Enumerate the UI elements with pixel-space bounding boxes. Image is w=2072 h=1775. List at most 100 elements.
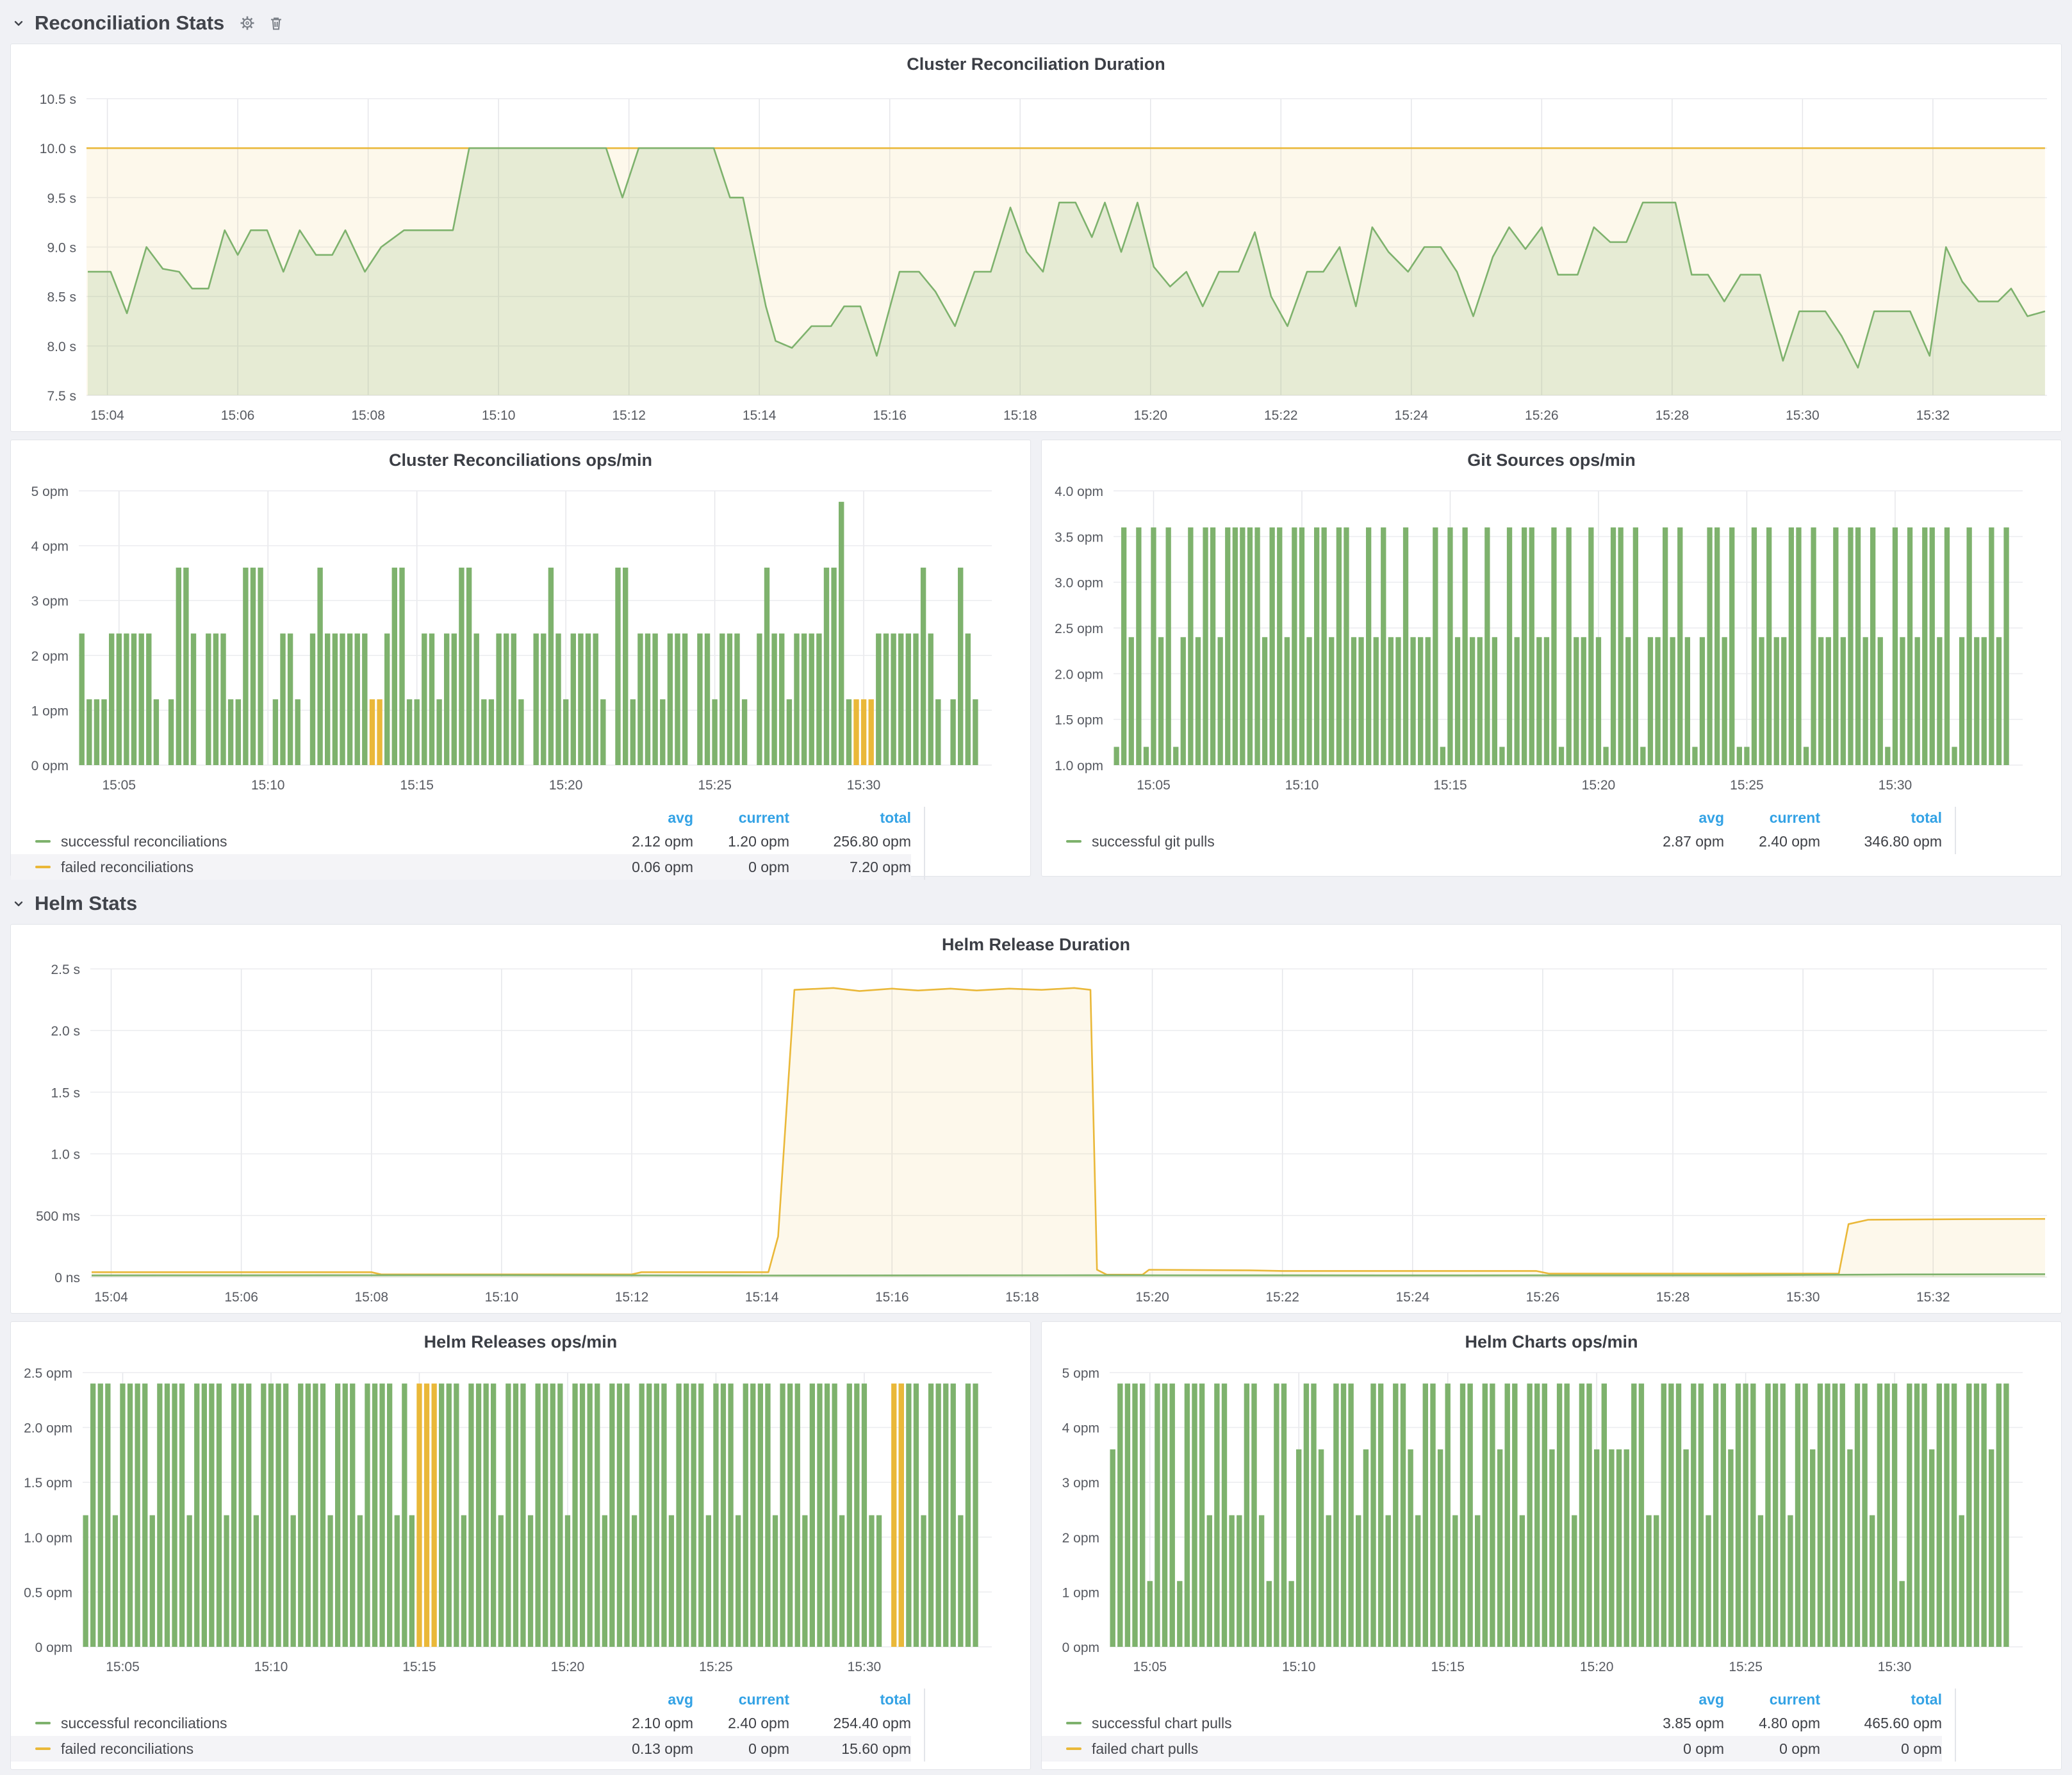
svg-text:8.0 s: 8.0 s bbox=[47, 340, 76, 354]
svg-text:15:15: 15:15 bbox=[1431, 1660, 1465, 1674]
svg-text:15:20: 15:20 bbox=[1133, 408, 1167, 423]
series-label[interactable]: successful git pulls bbox=[1092, 833, 1628, 850]
series-stat: 2.40 opm bbox=[693, 1715, 789, 1732]
panel-title[interactable]: Helm Release Duration bbox=[11, 925, 2061, 957]
series-stat: 0.13 opm bbox=[597, 1740, 693, 1758]
svg-text:15:04: 15:04 bbox=[94, 1290, 128, 1305]
panel-title[interactable]: Cluster Reconciliations ops/min bbox=[11, 440, 1030, 473]
svg-text:15:08: 15:08 bbox=[351, 408, 385, 423]
svg-text:10.5 s: 10.5 s bbox=[40, 92, 76, 107]
legend-column-total[interactable]: total bbox=[789, 809, 911, 827]
series-label[interactable]: failed chart pulls bbox=[1092, 1740, 1628, 1758]
legend-column-avg[interactable]: avg bbox=[597, 809, 693, 827]
svg-text:15:12: 15:12 bbox=[615, 1290, 649, 1305]
section-header-helm-stats[interactable]: Helm Stats bbox=[12, 891, 2067, 916]
legend-row[interactable]: failed reconciliations0.06 opm0 opm7.20 … bbox=[11, 854, 911, 880]
series-label[interactable]: successful reconciliations bbox=[61, 1715, 597, 1732]
series-color-mark bbox=[35, 1747, 51, 1750]
series-stat: 15.60 opm bbox=[789, 1740, 911, 1758]
svg-text:15:04: 15:04 bbox=[90, 408, 124, 423]
svg-text:15:10: 15:10 bbox=[482, 408, 516, 423]
svg-text:15:32: 15:32 bbox=[1916, 408, 1950, 423]
gear-icon[interactable] bbox=[237, 13, 258, 33]
series-stat: 2.87 opm bbox=[1628, 833, 1724, 850]
legend-column-current[interactable]: current bbox=[693, 809, 789, 827]
legend-column-total[interactable]: total bbox=[1820, 1691, 1942, 1708]
helm-release-duration-chart[interactable]: 15:0415:0615:0815:1015:1215:1415:1615:18… bbox=[11, 957, 2061, 1316]
legend-row[interactable]: failed reconciliations0.13 opm0 opm15.60… bbox=[11, 1736, 911, 1762]
svg-text:15:30: 15:30 bbox=[1878, 1660, 1912, 1674]
legend-column-current[interactable]: current bbox=[1724, 809, 1820, 827]
legend-row[interactable]: successful chart pulls3.85 opm4.80 opm46… bbox=[1042, 1710, 1942, 1736]
svg-text:15:26: 15:26 bbox=[1526, 1290, 1560, 1305]
svg-text:2.0 opm: 2.0 opm bbox=[1055, 667, 1103, 682]
git-sources-ops-chart[interactable]: 15:0515:1015:1515:2015:2515:301.0 opm1.5… bbox=[1042, 473, 2061, 804]
svg-text:4 opm: 4 opm bbox=[31, 540, 69, 554]
svg-text:2.0 s: 2.0 s bbox=[51, 1024, 80, 1039]
chevron-down-icon[interactable] bbox=[12, 896, 26, 911]
svg-text:15:14: 15:14 bbox=[743, 408, 777, 423]
legend-column-avg[interactable]: avg bbox=[1628, 809, 1724, 827]
helm-charts-ops-chart[interactable]: 15:0515:1015:1515:2015:2515:300 opm1 opm… bbox=[1042, 1355, 2061, 1686]
trash-icon[interactable] bbox=[267, 13, 286, 33]
series-color-mark bbox=[35, 1722, 51, 1724]
svg-text:15:30: 15:30 bbox=[848, 1660, 882, 1674]
legend: avgcurrenttotalsuccessful chart pulls3.8… bbox=[1042, 1688, 2061, 1762]
svg-text:15:10: 15:10 bbox=[251, 778, 285, 793]
svg-text:15:24: 15:24 bbox=[1395, 408, 1429, 423]
legend-column-total[interactable]: total bbox=[1820, 809, 1942, 827]
panel-title[interactable]: Helm Releases ops/min bbox=[11, 1322, 1030, 1355]
svg-text:2 opm: 2 opm bbox=[31, 649, 69, 664]
series-stat: 0 opm bbox=[1820, 1740, 1942, 1758]
legend-row[interactable]: successful git pulls2.87 opm2.40 opm346.… bbox=[1042, 829, 1942, 854]
svg-text:15:24: 15:24 bbox=[1395, 1290, 1429, 1305]
panel-title[interactable]: Helm Charts ops/min bbox=[1042, 1322, 2061, 1355]
legend-row[interactable]: successful reconciliations2.12 opm1.20 o… bbox=[11, 829, 911, 854]
svg-text:15:08: 15:08 bbox=[354, 1290, 388, 1305]
section-title[interactable]: Helm Stats bbox=[35, 892, 137, 915]
cluster-reconciliation-duration-chart[interactable]: 15:0415:0615:0815:1015:1215:1415:1615:18… bbox=[11, 77, 2061, 434]
cluster-reconciliations-ops-chart[interactable]: 15:0515:1015:1515:2015:2515:300 opm1 opm… bbox=[11, 473, 1030, 804]
svg-text:15:18: 15:18 bbox=[1005, 1290, 1039, 1305]
svg-text:3 opm: 3 opm bbox=[31, 594, 69, 609]
series-label[interactable]: failed reconciliations bbox=[61, 859, 597, 876]
svg-text:500 ms: 500 ms bbox=[36, 1209, 80, 1224]
svg-text:15:05: 15:05 bbox=[106, 1660, 140, 1674]
legend-row[interactable]: failed chart pulls0 opm0 opm0 opm bbox=[1042, 1736, 1942, 1762]
svg-text:15:25: 15:25 bbox=[699, 1660, 733, 1674]
svg-text:0 opm: 0 opm bbox=[31, 759, 69, 773]
panel-title[interactable]: Cluster Reconciliation Duration bbox=[11, 44, 2061, 77]
svg-text:2 opm: 2 opm bbox=[1062, 1531, 1099, 1546]
series-color-mark bbox=[35, 866, 51, 868]
svg-text:15:30: 15:30 bbox=[847, 778, 881, 793]
series-color-mark bbox=[1066, 840, 1081, 843]
svg-text:3.5 opm: 3.5 opm bbox=[1055, 530, 1103, 545]
series-label[interactable]: failed reconciliations bbox=[61, 1740, 597, 1758]
section-title[interactable]: Reconciliation Stats bbox=[35, 12, 224, 35]
svg-text:0 opm: 0 opm bbox=[35, 1640, 72, 1655]
chevron-down-icon[interactable] bbox=[12, 16, 26, 30]
legend-row[interactable]: successful reconciliations2.10 opm2.40 o… bbox=[11, 1710, 911, 1736]
series-label[interactable]: successful reconciliations bbox=[61, 833, 597, 850]
svg-text:7.5 s: 7.5 s bbox=[47, 389, 76, 404]
series-label[interactable]: successful chart pulls bbox=[1092, 1715, 1628, 1732]
svg-text:15:10: 15:10 bbox=[1282, 1660, 1316, 1674]
svg-text:15:20: 15:20 bbox=[1582, 778, 1616, 793]
helm-releases-ops-chart[interactable]: 15:0515:1015:1515:2015:2515:300 opm0.5 o… bbox=[11, 1355, 1030, 1686]
svg-text:15:22: 15:22 bbox=[1264, 408, 1298, 423]
legend-column-avg[interactable]: avg bbox=[1628, 1691, 1724, 1708]
svg-text:15:25: 15:25 bbox=[1729, 1660, 1763, 1674]
legend-header: avgcurrenttotal bbox=[1042, 1688, 1942, 1710]
panel-helm-charts-ops: Helm Charts ops/min 15:0515:1015:1515:20… bbox=[1041, 1321, 2062, 1770]
svg-text:2.0 opm: 2.0 opm bbox=[24, 1421, 72, 1436]
legend-column-current[interactable]: current bbox=[1724, 1691, 1820, 1708]
svg-text:15:15: 15:15 bbox=[402, 1660, 436, 1674]
section-header-reconciliation-stats[interactable]: Reconciliation Stats bbox=[12, 10, 2067, 36]
legend-column-total[interactable]: total bbox=[789, 1691, 911, 1708]
legend-column-current[interactable]: current bbox=[693, 1691, 789, 1708]
svg-text:15:05: 15:05 bbox=[1133, 1660, 1167, 1674]
panel-title[interactable]: Git Sources ops/min bbox=[1042, 440, 2061, 473]
svg-text:15:30: 15:30 bbox=[1786, 408, 1820, 423]
panel-cluster-reconciliation-duration: Cluster Reconciliation Duration 15:04 15:… bbox=[10, 44, 2062, 432]
legend-column-avg[interactable]: avg bbox=[597, 1691, 693, 1708]
